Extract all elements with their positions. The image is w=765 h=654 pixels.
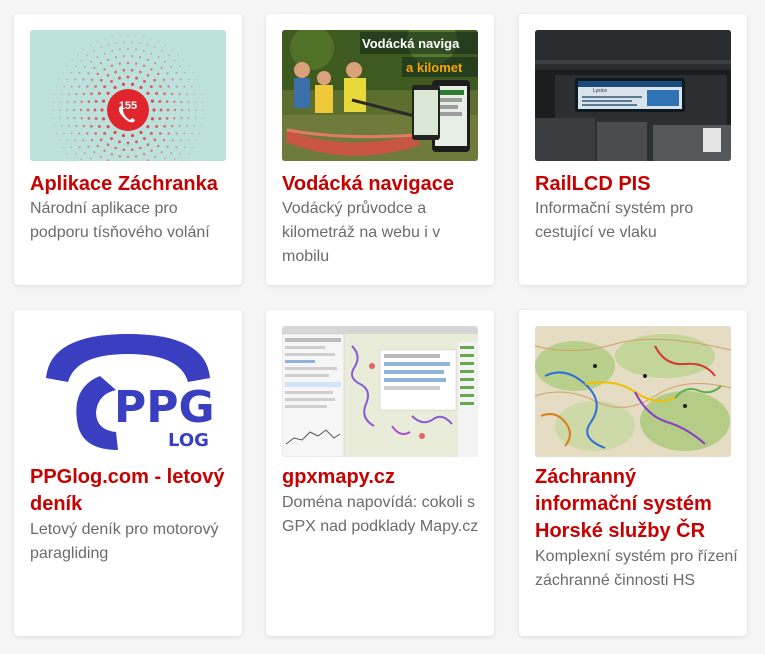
card-title[interactable]: RailLCD PIS (535, 171, 740, 198)
card-raillcd-pis[interactable]: Lysice RailLCD PIS Informační systém pro… (519, 14, 747, 285)
ppglog-logo: PPG LOG (46, 334, 215, 451)
card-horska-sluzba[interactable]: Záchranný informační systém Horské služb… (519, 310, 747, 636)
thumb-heading-line1: Vodácká naviga (362, 36, 460, 51)
card-description: Doména napovídá: cokoli s GPX nad podkla… (282, 494, 479, 535)
card-zachranka[interactable]: 155 Aplikace Záchranka Národní aplikace … (14, 14, 242, 285)
map-screenshot (282, 326, 478, 457)
card-title[interactable]: PPGlog.com - letový deník (30, 464, 235, 518)
logo-main-text: PPG (114, 382, 215, 433)
topographic-map (535, 326, 731, 457)
screen-station-text: Lysice (593, 88, 607, 94)
ppglog-thumbnail: PPG LOG (30, 326, 226, 457)
card-title[interactable]: Aplikace Záchranka (30, 171, 235, 198)
card-gpxmapy[interactable]: gpxmapy.cz Doména napovídá: cokoli s GPX… (266, 310, 494, 636)
canoe-photo: Vodácká naviga a kilomet (282, 30, 478, 161)
card-description: Komplexní systém pro řízení záchranné či… (535, 548, 738, 589)
logo-sub-text: LOG (168, 430, 209, 451)
gpxmapy-thumbnail (282, 326, 478, 457)
zachranka-dots-image: 155 (30, 30, 226, 161)
card-title[interactable]: Záchranný informační systém Horské služb… (535, 464, 740, 545)
card-description: Vodácký průvodce a kilometráž na webu i … (282, 200, 441, 265)
card-description: Informační systém pro cestující ve vlaku (535, 200, 694, 241)
card-vodacka-navigace[interactable]: Vodácká naviga a kilomet Vodácká navigac… (266, 14, 494, 285)
card-description: Letový deník pro motorový paragliding (30, 521, 219, 562)
raillcd-thumbnail: Lysice (535, 30, 731, 161)
thumb-heading-line2: a kilomet (406, 60, 463, 75)
card-ppglog[interactable]: PPG LOG PPGlog.com - letový deník Letový… (14, 310, 242, 636)
vodacka-thumbnail: Vodácká naviga a kilomet (282, 30, 478, 161)
card-description: Národní aplikace pro podporu tísňového v… (30, 200, 210, 241)
zachranka-thumbnail: 155 (30, 30, 226, 161)
train-interior-photo: Lysice (535, 30, 731, 161)
horska-sluzba-thumbnail (535, 326, 731, 457)
card-title[interactable]: Vodácká navigace (282, 171, 487, 198)
card-title[interactable]: gpxmapy.cz (282, 464, 487, 491)
